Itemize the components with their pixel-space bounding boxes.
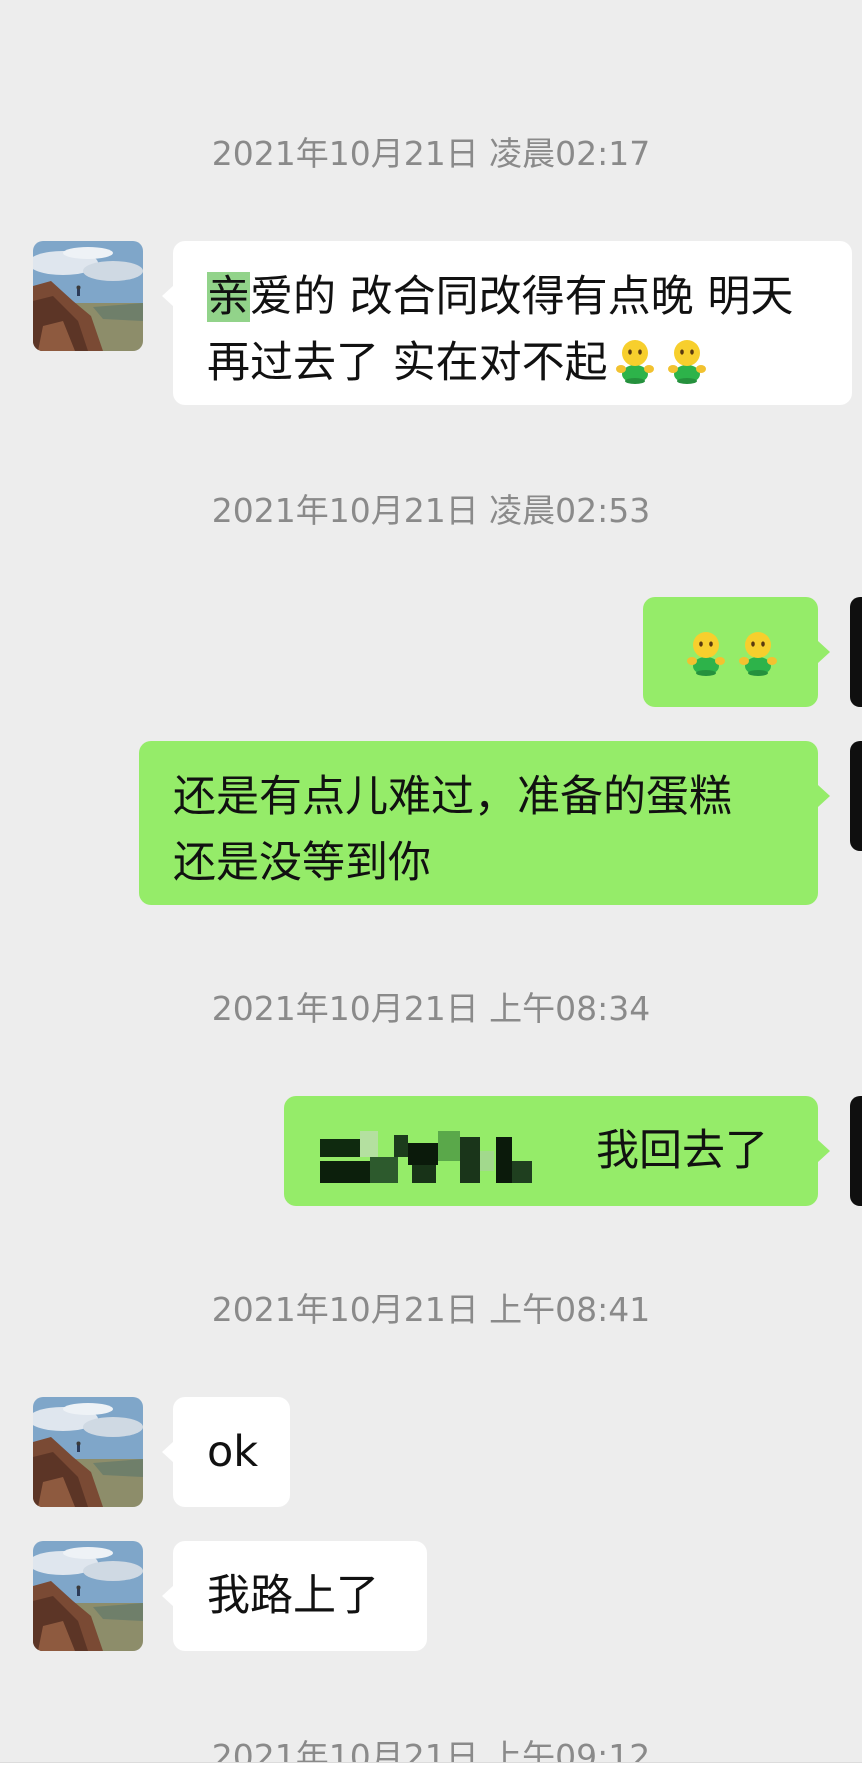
message-bubble-received[interactable]: 亲爱的 改合同改得有点晚 明天 再过去了 实在对不起 xyxy=(173,241,852,405)
hug-emoji-icon xyxy=(662,335,712,385)
bubble-tail xyxy=(818,785,830,807)
message-text: ok xyxy=(207,1427,259,1477)
bubble-tail xyxy=(818,1140,830,1162)
message-text-line: 再过去了 实在对不起 xyxy=(207,330,852,396)
message-text: 我回去了 xyxy=(596,1126,768,1176)
self-avatar[interactable] xyxy=(850,741,862,851)
message-text-line: 还是没等到你 xyxy=(173,838,431,888)
message-timestamp: 2021年10月21日 上午08:41 xyxy=(211,1290,651,1329)
message-bubble-sent[interactable] xyxy=(643,597,818,707)
avatar-photo-icon xyxy=(33,1397,143,1507)
message-bubble-received[interactable]: 我路上了 xyxy=(173,1541,427,1651)
bubble-tail xyxy=(818,641,830,663)
contact-avatar[interactable] xyxy=(33,1397,143,1507)
contact-avatar[interactable] xyxy=(33,241,143,351)
chat-view[interactable]: 2021年10月21日 凌晨02:17 亲爱的 改合同改得有点晚 明天 再过去了… xyxy=(0,0,862,1783)
message-bubble-received[interactable]: ok xyxy=(173,1397,290,1507)
message-text: 再过去了 实在对不起 xyxy=(207,338,608,388)
hug-emoji-icon xyxy=(733,627,783,677)
message-text: 爱的 改合同改得有点晚 明天 xyxy=(250,272,794,322)
contact-avatar[interactable] xyxy=(33,1541,143,1651)
message-bubble-sent[interactable]: 我回去了 xyxy=(284,1096,818,1206)
message-text-line: 还是有点儿难过，准备的蛋糕 xyxy=(173,772,732,822)
avatar-photo-icon xyxy=(33,241,143,351)
message-text: 我路上了 xyxy=(207,1571,379,1621)
highlighted-char: 亲 xyxy=(207,272,250,322)
bottom-input-bar xyxy=(0,1762,862,1783)
pixelated-redaction xyxy=(320,1131,532,1183)
self-avatar[interactable] xyxy=(850,1096,862,1206)
message-timestamp: 2021年10月21日 凌晨02:17 xyxy=(211,134,651,173)
message-timestamp: 2021年10月21日 上午08:34 xyxy=(211,989,651,1028)
self-avatar[interactable] xyxy=(850,597,862,707)
hug-emoji-icon xyxy=(610,335,660,385)
message-text-line: 亲爱的 改合同改得有点晚 明天 xyxy=(207,264,852,330)
message-bubble-sent[interactable]: 还是有点儿难过，准备的蛋糕 还是没等到你 xyxy=(139,741,818,905)
avatar-photo-icon xyxy=(33,1541,143,1651)
message-timestamp: 2021年10月21日 凌晨02:53 xyxy=(211,491,651,530)
hug-emoji-icon xyxy=(681,627,731,677)
